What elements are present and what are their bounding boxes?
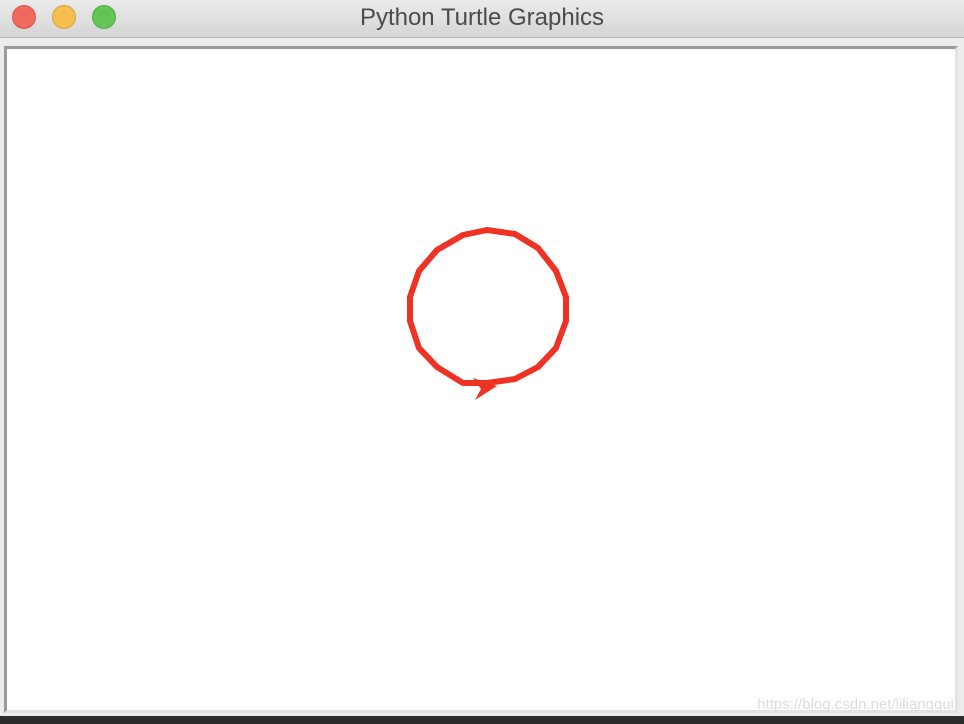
turtle-canvas[interactable]: [7, 49, 955, 710]
title-bar[interactable]: Python Turtle Graphics: [0, 0, 964, 38]
window-title: Python Turtle Graphics: [359, 4, 605, 31]
turtle-canvas-frame: [4, 46, 958, 713]
turtle-window: Python Turtle Graphics https://blog.csdn…: [0, 0, 964, 724]
watermark-text: https://blog.csdn.net/lilianggui: [757, 696, 954, 713]
bottom-edge: [0, 716, 964, 724]
drawn-circle-path: [407, 227, 569, 386]
